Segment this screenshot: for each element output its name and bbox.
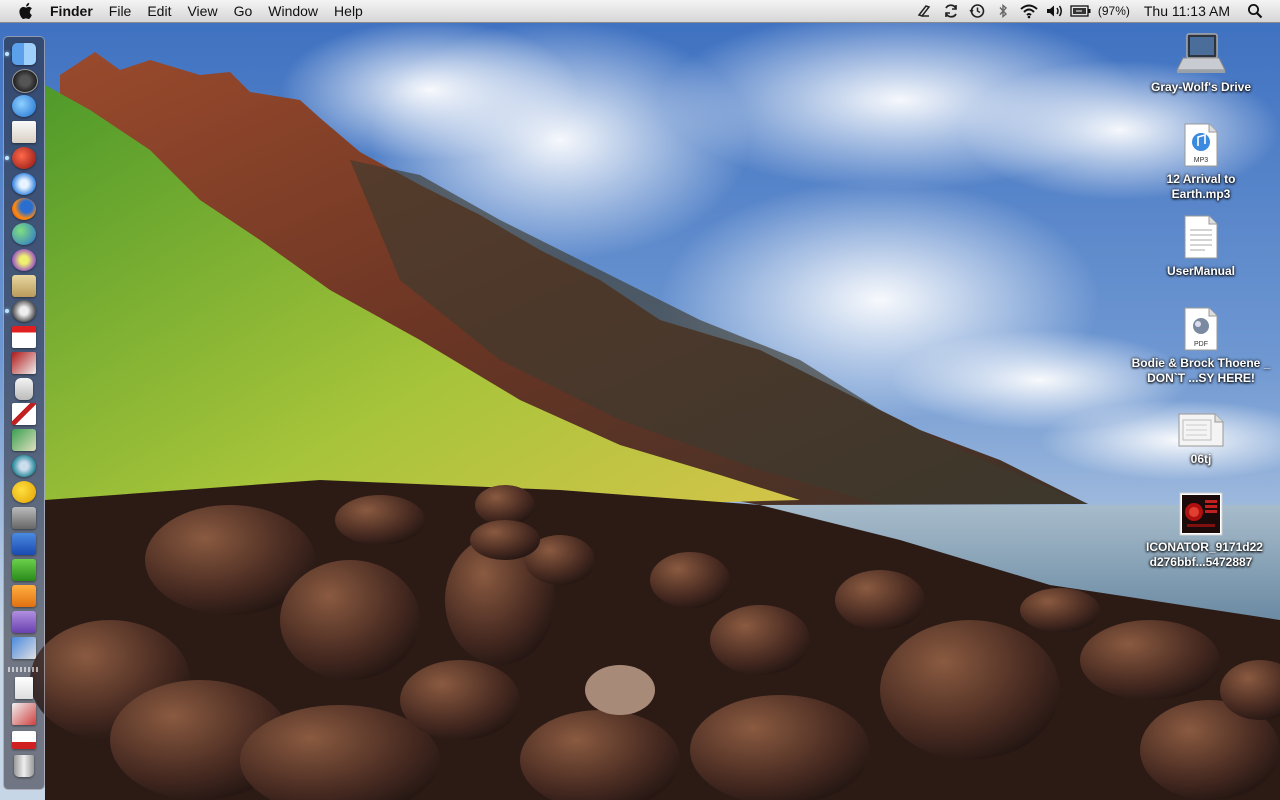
- firefox-icon[interactable]: [12, 198, 36, 220]
- desktop-item-label: Bodie & Brock Thoene _ DON`T ...SY HERE!: [1131, 356, 1271, 385]
- status-area: (97%) Thu 11:13 AM: [912, 0, 1280, 22]
- bluetooth-icon[interactable]: [992, 0, 1014, 22]
- utility-icon[interactable]: [12, 507, 36, 529]
- messenger-icon[interactable]: [12, 481, 36, 503]
- dock: [3, 36, 45, 790]
- menu-finder[interactable]: Finder: [42, 0, 101, 22]
- desktop-item-hard-drive[interactable]: Gray-Wolf's Drive: [1136, 32, 1266, 95]
- address-book-icon[interactable]: [12, 275, 36, 297]
- menu-bar: Finder File Edit View Go Window Help (97…: [0, 0, 1280, 23]
- menu-view[interactable]: View: [179, 0, 225, 22]
- desktop-item-usermanual[interactable]: UserManual: [1136, 214, 1266, 279]
- itunes-icon[interactable]: [12, 249, 36, 271]
- menu-help[interactable]: Help: [326, 0, 371, 22]
- app-x-icon[interactable]: [12, 559, 36, 581]
- preview-icon[interactable]: [12, 121, 36, 143]
- dashboard-icon[interactable]: [12, 69, 38, 93]
- app-p-icon[interactable]: [12, 585, 36, 607]
- menu-edit[interactable]: Edit: [139, 0, 179, 22]
- photo-icon[interactable]: [12, 637, 36, 659]
- system-preferences-icon[interactable]: [12, 300, 36, 322]
- desktop-item-label: UserManual: [1166, 264, 1236, 278]
- time-machine-icon[interactable]: [12, 455, 36, 477]
- mail-stack-icon[interactable]: [12, 731, 36, 749]
- hard-drive-icon: [1175, 32, 1227, 76]
- mp3-file-icon: MP3: [1183, 122, 1219, 168]
- desktop-item-label: 06tj: [1190, 452, 1212, 466]
- app-e-icon[interactable]: [12, 611, 36, 633]
- battery-percent[interactable]: (97%): [1098, 4, 1130, 18]
- battery-icon[interactable]: [1070, 0, 1092, 22]
- spotlight-icon[interactable]: [1244, 0, 1266, 22]
- menu-go[interactable]: Go: [226, 0, 261, 22]
- desktop-item-mp3[interactable]: MP3 12 Arrival to Earth.mp3: [1136, 122, 1266, 202]
- sync-icon[interactable]: [940, 0, 962, 22]
- image-file-icon: [1177, 412, 1225, 448]
- svg-text:PDF: PDF: [1194, 341, 1208, 348]
- word-icon[interactable]: [12, 533, 36, 555]
- desktop-item-label: ICONATOR_9171d22 d276bbf...5472887: [1146, 540, 1263, 569]
- trash-icon[interactable]: [14, 755, 34, 777]
- map-icon[interactable]: [12, 429, 36, 451]
- book-icon[interactable]: [12, 352, 36, 374]
- menu-window[interactable]: Window: [260, 0, 326, 22]
- script-icon[interactable]: [914, 0, 936, 22]
- desktop-item-06tj[interactable]: 06tj: [1136, 412, 1266, 467]
- poster-image-icon: [1179, 492, 1223, 536]
- desktop-item-pdf[interactable]: PDF Bodie & Brock Thoene _ DON`T ...SY H…: [1130, 306, 1272, 386]
- desktop-item-iconator[interactable]: ICONATOR_9171d22 d276bbf...5472887: [1130, 492, 1272, 570]
- volume-icon[interactable]: [1044, 0, 1066, 22]
- running-indicator: [5, 156, 9, 160]
- running-indicator: [5, 52, 9, 56]
- calendar-icon[interactable]: [12, 326, 36, 348]
- document-icon: [1183, 214, 1219, 260]
- dock-separator[interactable]: [8, 667, 40, 672]
- finder-icon[interactable]: [12, 43, 36, 65]
- front-row-icon[interactable]: [12, 147, 36, 169]
- desktop-item-label: 12 Arrival to Earth.mp3: [1166, 172, 1236, 201]
- safari-icon[interactable]: [12, 173, 36, 195]
- remote-icon[interactable]: [15, 378, 33, 400]
- desktop-wallpaper: [0, 0, 1280, 800]
- svg-text:MP3: MP3: [1194, 157, 1209, 164]
- downloads-stack-icon[interactable]: [12, 703, 36, 725]
- pdf-file-icon: PDF: [1183, 306, 1219, 352]
- wifi-icon[interactable]: [1018, 0, 1040, 22]
- ichat-icon[interactable]: [12, 223, 36, 245]
- documents-stack-icon[interactable]: [15, 677, 33, 699]
- time-machine-icon[interactable]: [966, 0, 988, 22]
- running-indicator: [5, 309, 9, 313]
- desktop-item-label: Gray-Wolf's Drive: [1151, 80, 1251, 94]
- menu-file[interactable]: File: [101, 0, 140, 22]
- cards-game-icon[interactable]: [12, 403, 36, 425]
- apple-icon[interactable]: [18, 0, 36, 22]
- menu-clock[interactable]: Thu 11:13 AM: [1144, 3, 1230, 19]
- mail-icon[interactable]: [12, 95, 36, 117]
